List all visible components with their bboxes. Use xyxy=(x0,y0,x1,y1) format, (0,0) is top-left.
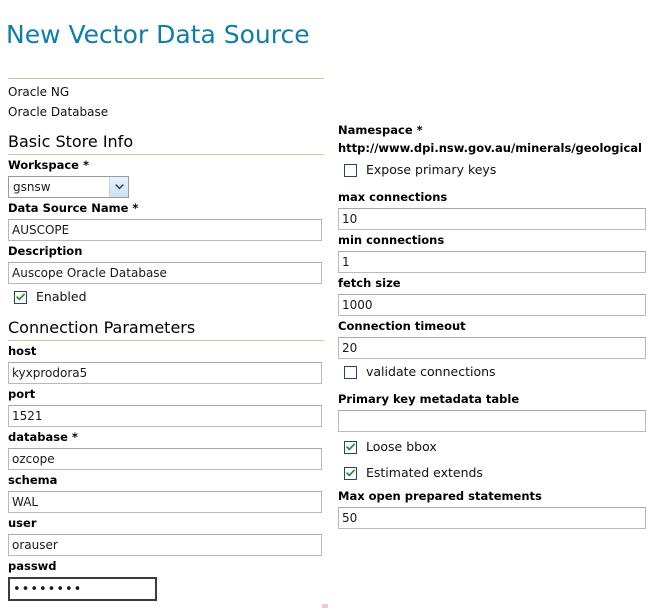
enabled-checkbox-row[interactable]: Enabled xyxy=(8,286,324,308)
fetch-size-label: fetch size xyxy=(338,273,646,292)
passwd-label: passwd xyxy=(8,556,324,575)
host-label: host xyxy=(8,341,324,360)
new-vector-data-source-page: New Vector Data Source Oracle NG Oracle … xyxy=(0,0,651,614)
workspace-label: Workspace * xyxy=(8,155,324,174)
validate-connections-checkbox[interactable] xyxy=(344,366,357,379)
namespace-value: http://www.dpi.nsw.gov.au/minerals/geolo… xyxy=(338,139,646,157)
expose-primary-keys-label: Expose primary keys xyxy=(366,162,496,178)
min-connections-input[interactable] xyxy=(338,251,646,273)
enabled-checkbox-label: Enabled xyxy=(36,289,87,305)
loose-bbox-label: Loose bbox xyxy=(366,439,437,455)
schema-label: schema xyxy=(8,470,324,489)
max-open-prepared-statements-label: Max open prepared statements xyxy=(338,486,646,505)
primary-key-metadata-table-label: Primary key metadata table xyxy=(338,389,646,408)
data-source-name-input[interactable] xyxy=(8,219,322,241)
port-input[interactable] xyxy=(8,405,322,427)
chevron-down-icon[interactable] xyxy=(109,177,128,197)
left-column: Oracle NG Oracle Database Basic Store In… xyxy=(8,78,324,601)
description-input[interactable] xyxy=(8,262,322,284)
namespace-label: Namespace * xyxy=(338,122,646,139)
user-label: user xyxy=(8,513,324,532)
validate-connections-checkbox-row[interactable]: validate connections xyxy=(338,361,646,383)
database-input[interactable] xyxy=(8,448,322,470)
expose-primary-keys-checkbox[interactable] xyxy=(344,164,357,177)
validate-connections-label: validate connections xyxy=(366,364,496,380)
loose-bbox-checkbox-row[interactable]: Loose bbox xyxy=(338,436,646,458)
max-connections-label: max connections xyxy=(338,187,646,206)
port-label: port xyxy=(8,384,324,403)
store-type-label: Oracle NG xyxy=(8,79,324,102)
schema-input[interactable] xyxy=(8,491,322,513)
enabled-checkbox[interactable] xyxy=(14,291,27,304)
estimated-extends-checkbox[interactable] xyxy=(344,467,357,480)
section-heading-basic-store-info: Basic Store Info xyxy=(8,132,324,155)
database-label: database * xyxy=(8,427,324,446)
section-heading-connection-parameters: Connection Parameters xyxy=(8,318,324,341)
loose-bbox-checkbox[interactable] xyxy=(344,441,357,454)
primary-key-metadata-table-input[interactable] xyxy=(338,410,646,432)
workspace-select[interactable]: gsnsw xyxy=(8,176,129,198)
data-source-name-label: Data Source Name * xyxy=(8,198,324,217)
workspace-select-value: gsnsw xyxy=(13,177,51,197)
passwd-input[interactable] xyxy=(8,577,157,601)
connection-timeout-input[interactable] xyxy=(338,337,646,359)
description-label: Description xyxy=(8,241,324,260)
store-description-label: Oracle Database xyxy=(8,102,324,122)
host-input[interactable] xyxy=(8,362,322,384)
connection-timeout-label: Connection timeout xyxy=(338,316,646,335)
max-connections-input[interactable] xyxy=(338,208,646,230)
max-open-prepared-statements-input[interactable] xyxy=(338,507,646,529)
expose-primary-keys-checkbox-row[interactable]: Expose primary keys xyxy=(338,159,646,181)
user-input[interactable] xyxy=(8,534,322,556)
right-column: Namespace * http://www.dpi.nsw.gov.au/mi… xyxy=(338,122,646,529)
estimated-extends-checkbox-row[interactable]: Estimated extends xyxy=(338,462,646,484)
page-title: New Vector Data Source xyxy=(6,19,310,51)
page-artifact xyxy=(322,604,328,608)
estimated-extends-label: Estimated extends xyxy=(366,465,483,481)
fetch-size-input[interactable] xyxy=(338,294,646,316)
min-connections-label: min connections xyxy=(338,230,646,249)
